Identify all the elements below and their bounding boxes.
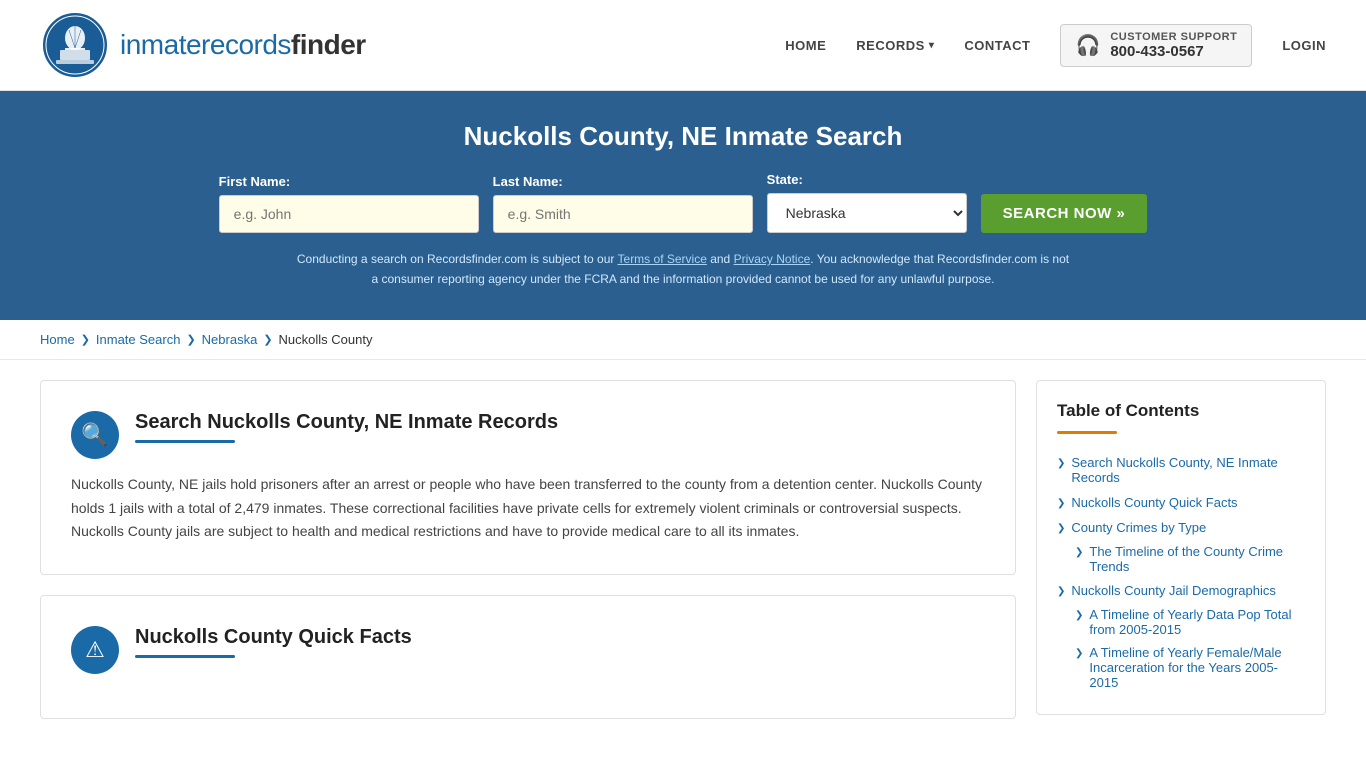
toc-underline (1057, 431, 1117, 434)
toc-subitem-3: ❯ The Timeline of the County Crime Trend… (1057, 540, 1305, 578)
search-records-card: 🔍 Search Nuckolls County, NE Inmate Reco… (40, 380, 1016, 575)
card-title: Search Nuckolls County, NE Inmate Record… (135, 411, 558, 434)
nav-contact[interactable]: CONTACT (964, 38, 1030, 53)
toc-link-5[interactable]: ❯ A Timeline of Yearly Data Pop Total fr… (1075, 607, 1305, 637)
toc-subitem-5: ❯ A Timeline of Yearly Data Pop Total fr… (1057, 603, 1305, 641)
privacy-link[interactable]: Privacy Notice (734, 252, 811, 266)
toc-link-1[interactable]: ❯ Nuckolls County Quick Facts (1057, 495, 1305, 510)
quick-facts-card: ⚠ Nuckolls County Quick Facts (40, 595, 1016, 719)
last-name-label: Last Name: (493, 174, 753, 189)
quick-facts-underline (135, 655, 235, 658)
breadcrumb-sep-3: ❯ (263, 333, 272, 346)
toc-chevron-icon-1: ❯ (1057, 498, 1065, 509)
first-name-label: First Name: (219, 174, 479, 189)
nav-records[interactable]: RECORDS ▾ (856, 38, 934, 53)
toc-subitem-6: ❯ A Timeline of Yearly Female/Male Incar… (1057, 641, 1305, 694)
breadcrumb-sep-2: ❯ (186, 333, 195, 346)
card-title-underline (135, 440, 235, 443)
main-nav: HOME RECORDS ▾ CONTACT 🎧 CUSTOMER SUPPOR… (785, 24, 1326, 67)
toc-chevron-icon: ❯ (1057, 458, 1065, 469)
toc-card: Table of Contents ❯ Search Nuckolls Coun… (1036, 380, 1326, 715)
quick-facts-title: Nuckolls County Quick Facts (135, 626, 412, 649)
hero-disclaimer: Conducting a search on Recordsfinder.com… (293, 249, 1073, 290)
toc-link-0[interactable]: ❯ Search Nuckolls County, NE Inmate Reco… (1057, 455, 1305, 485)
support-info: CUSTOMER SUPPORT 800-433-0567 (1110, 31, 1237, 60)
last-name-group: Last Name: (493, 174, 753, 233)
state-select[interactable]: Nebraska (767, 193, 967, 233)
warning-icon-circle: ⚠ (71, 626, 119, 674)
toc-title: Table of Contents (1057, 401, 1305, 421)
breadcrumb: Home ❯ Inmate Search ❯ Nebraska ❯ Nuckol… (0, 320, 1366, 360)
logo-text: inmaterecordsfinder (120, 29, 366, 61)
chevron-down-icon: ▾ (929, 40, 935, 51)
card-header: 🔍 Search Nuckolls County, NE Inmate Reco… (71, 411, 985, 459)
quick-facts-title-block: Nuckolls County Quick Facts (135, 626, 412, 658)
hero-title: Nuckolls County, NE Inmate Search (40, 121, 1326, 152)
terms-link[interactable]: Terms of Service (618, 252, 707, 266)
main-content: 🔍 Search Nuckolls County, NE Inmate Reco… (0, 360, 1366, 759)
toc-item-0: ❯ Search Nuckolls County, NE Inmate Reco… (1057, 450, 1305, 490)
toc-list: ❯ Search Nuckolls County, NE Inmate Reco… (1057, 450, 1305, 694)
state-group: State: Nebraska (767, 172, 967, 233)
login-button[interactable]: LOGIN (1282, 38, 1326, 53)
content-area: 🔍 Search Nuckolls County, NE Inmate Reco… (40, 380, 1016, 739)
first-name-input[interactable] (219, 195, 479, 233)
search-icon-circle: 🔍 (71, 411, 119, 459)
sidebar: Table of Contents ❯ Search Nuckolls Coun… (1036, 380, 1326, 739)
site-header: inmaterecordsfinder HOME RECORDS ▾ CONTA… (0, 0, 1366, 91)
breadcrumb-sep-1: ❯ (81, 333, 90, 346)
breadcrumb-inmate-search[interactable]: Inmate Search (96, 332, 181, 347)
search-form: First Name: Last Name: State: Nebraska S… (40, 172, 1326, 233)
breadcrumb-current: Nuckolls County (279, 332, 373, 347)
logo-area: inmaterecordsfinder (40, 10, 366, 80)
last-name-input[interactable] (493, 195, 753, 233)
toc-chevron-icon-5: ❯ (1075, 610, 1083, 621)
breadcrumb-home[interactable]: Home (40, 332, 75, 347)
quick-facts-header: ⚠ Nuckolls County Quick Facts (71, 626, 985, 674)
toc-link-2[interactable]: ❯ County Crimes by Type (1057, 520, 1305, 535)
headset-icon: 🎧 (1075, 33, 1100, 58)
first-name-group: First Name: (219, 174, 479, 233)
toc-item-4: ❯ Nuckolls County Jail Demographics (1057, 578, 1305, 603)
toc-link-4[interactable]: ❯ Nuckolls County Jail Demographics (1057, 583, 1305, 598)
hero-section: Nuckolls County, NE Inmate Search First … (0, 91, 1366, 320)
state-label: State: (767, 172, 967, 187)
toc-link-3[interactable]: ❯ The Timeline of the County Crime Trend… (1075, 544, 1305, 574)
toc-item-1: ❯ Nuckolls County Quick Facts (1057, 490, 1305, 515)
search-button[interactable]: SEARCH NOW » (981, 194, 1148, 233)
customer-support-box: 🎧 CUSTOMER SUPPORT 800-433-0567 (1060, 24, 1252, 67)
card-title-block: Search Nuckolls County, NE Inmate Record… (135, 411, 558, 443)
toc-chevron-icon-2: ❯ (1057, 523, 1065, 534)
toc-chevron-icon-6: ❯ (1075, 648, 1083, 659)
toc-chevron-icon-3: ❯ (1075, 547, 1083, 558)
card-body: Nuckolls County, NE jails hold prisoners… (71, 473, 985, 544)
breadcrumb-nebraska[interactable]: Nebraska (202, 332, 258, 347)
logo-icon (40, 10, 110, 80)
toc-chevron-icon-4: ❯ (1057, 586, 1065, 597)
toc-link-6[interactable]: ❯ A Timeline of Yearly Female/Male Incar… (1075, 645, 1305, 690)
toc-item-2: ❯ County Crimes by Type (1057, 515, 1305, 540)
nav-home[interactable]: HOME (785, 38, 826, 53)
